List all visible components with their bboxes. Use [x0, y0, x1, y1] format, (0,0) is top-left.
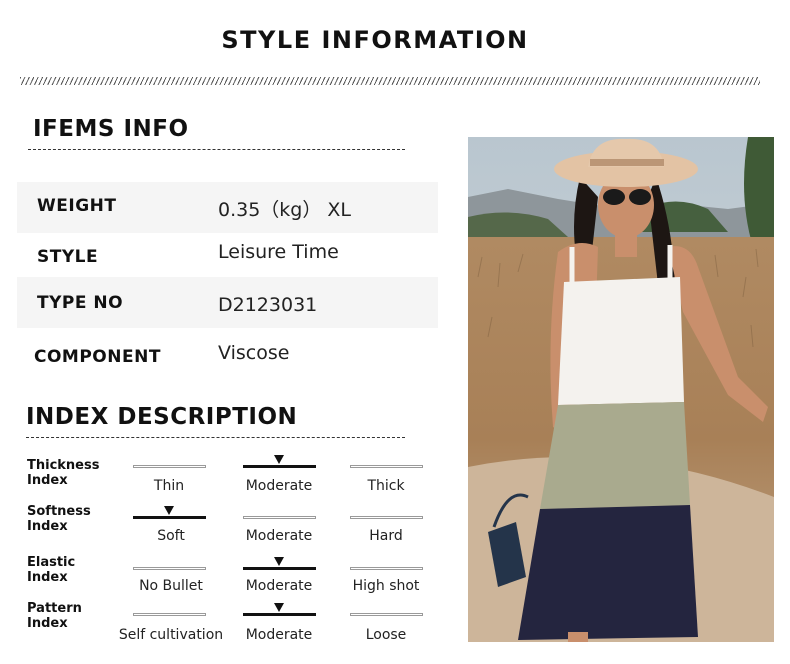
- pattern-selected-marker-icon: [274, 603, 284, 612]
- index-description-divider: [26, 437, 405, 438]
- decorative-divider: [20, 77, 760, 85]
- thickness-selected-marker-icon: [274, 455, 284, 464]
- elastic-index-label: Elastic Index: [27, 555, 76, 585]
- info-label: STYLE: [37, 247, 99, 267]
- elastic-bar-no-bullet: [133, 567, 206, 570]
- thickness-bar-thick: [350, 465, 423, 468]
- info-value: D2123031: [218, 294, 318, 316]
- pattern-option-loose: Loose: [365, 627, 407, 643]
- softness-index-label: Softness Index: [27, 504, 91, 534]
- thickness-option-moderate: Moderate: [245, 478, 313, 494]
- elastic-bar-high-shot: [350, 567, 423, 570]
- info-row-component: COMPONENT Viscose: [17, 330, 438, 381]
- info-row-type-no: TYPE NO D2123031: [17, 277, 438, 328]
- thickness-bar-moderate: [243, 465, 316, 468]
- info-row-weight: WEIGHT 0.35（kg） XL: [17, 182, 438, 233]
- index-description-title: INDEX DESCRIPTION: [26, 404, 298, 430]
- thickness-option-thick: Thick: [367, 478, 405, 494]
- info-value: 0.35（kg） XL: [218, 199, 352, 221]
- items-info-divider: [28, 149, 405, 150]
- pattern-option-self-cultivation: Self cultivation: [118, 627, 224, 643]
- elastic-selected-marker-icon: [274, 557, 284, 566]
- thickness-option-thin: Thin: [153, 478, 185, 494]
- softness-bar-hard: [350, 516, 423, 519]
- info-value: Viscose: [218, 342, 290, 364]
- pattern-option-moderate: Moderate: [245, 627, 313, 643]
- page-title: STYLE INFORMATION: [221, 26, 529, 54]
- elastic-option-no-bullet: No Bullet: [139, 578, 203, 594]
- pattern-bar-moderate: [243, 613, 316, 616]
- softness-selected-marker-icon: [164, 506, 174, 515]
- softness-option-hard: Hard: [369, 528, 403, 544]
- thickness-index-label: Thickness Index: [27, 458, 100, 488]
- pattern-bar-loose: [350, 613, 423, 616]
- softness-bar-moderate: [243, 516, 316, 519]
- elastic-option-high-shot: High shot: [352, 578, 420, 594]
- product-photo: [468, 137, 774, 642]
- softness-option-soft: Soft: [157, 528, 185, 544]
- info-value: Leisure Time: [218, 241, 339, 263]
- items-info-title: IFEMS INFO: [33, 116, 189, 142]
- pattern-bar-self-cultivation: [133, 613, 206, 616]
- elastic-bar-moderate: [243, 567, 316, 570]
- thickness-bar-thin: [133, 465, 206, 468]
- info-label: COMPONENT: [34, 347, 161, 367]
- elastic-option-moderate: Moderate: [245, 578, 313, 594]
- info-label: WEIGHT: [37, 196, 117, 216]
- softness-bar-soft: [133, 516, 206, 519]
- softness-option-moderate: Moderate: [245, 528, 313, 544]
- info-label: TYPE NO: [37, 293, 124, 313]
- pattern-index-label: Pattern Index: [27, 601, 82, 631]
